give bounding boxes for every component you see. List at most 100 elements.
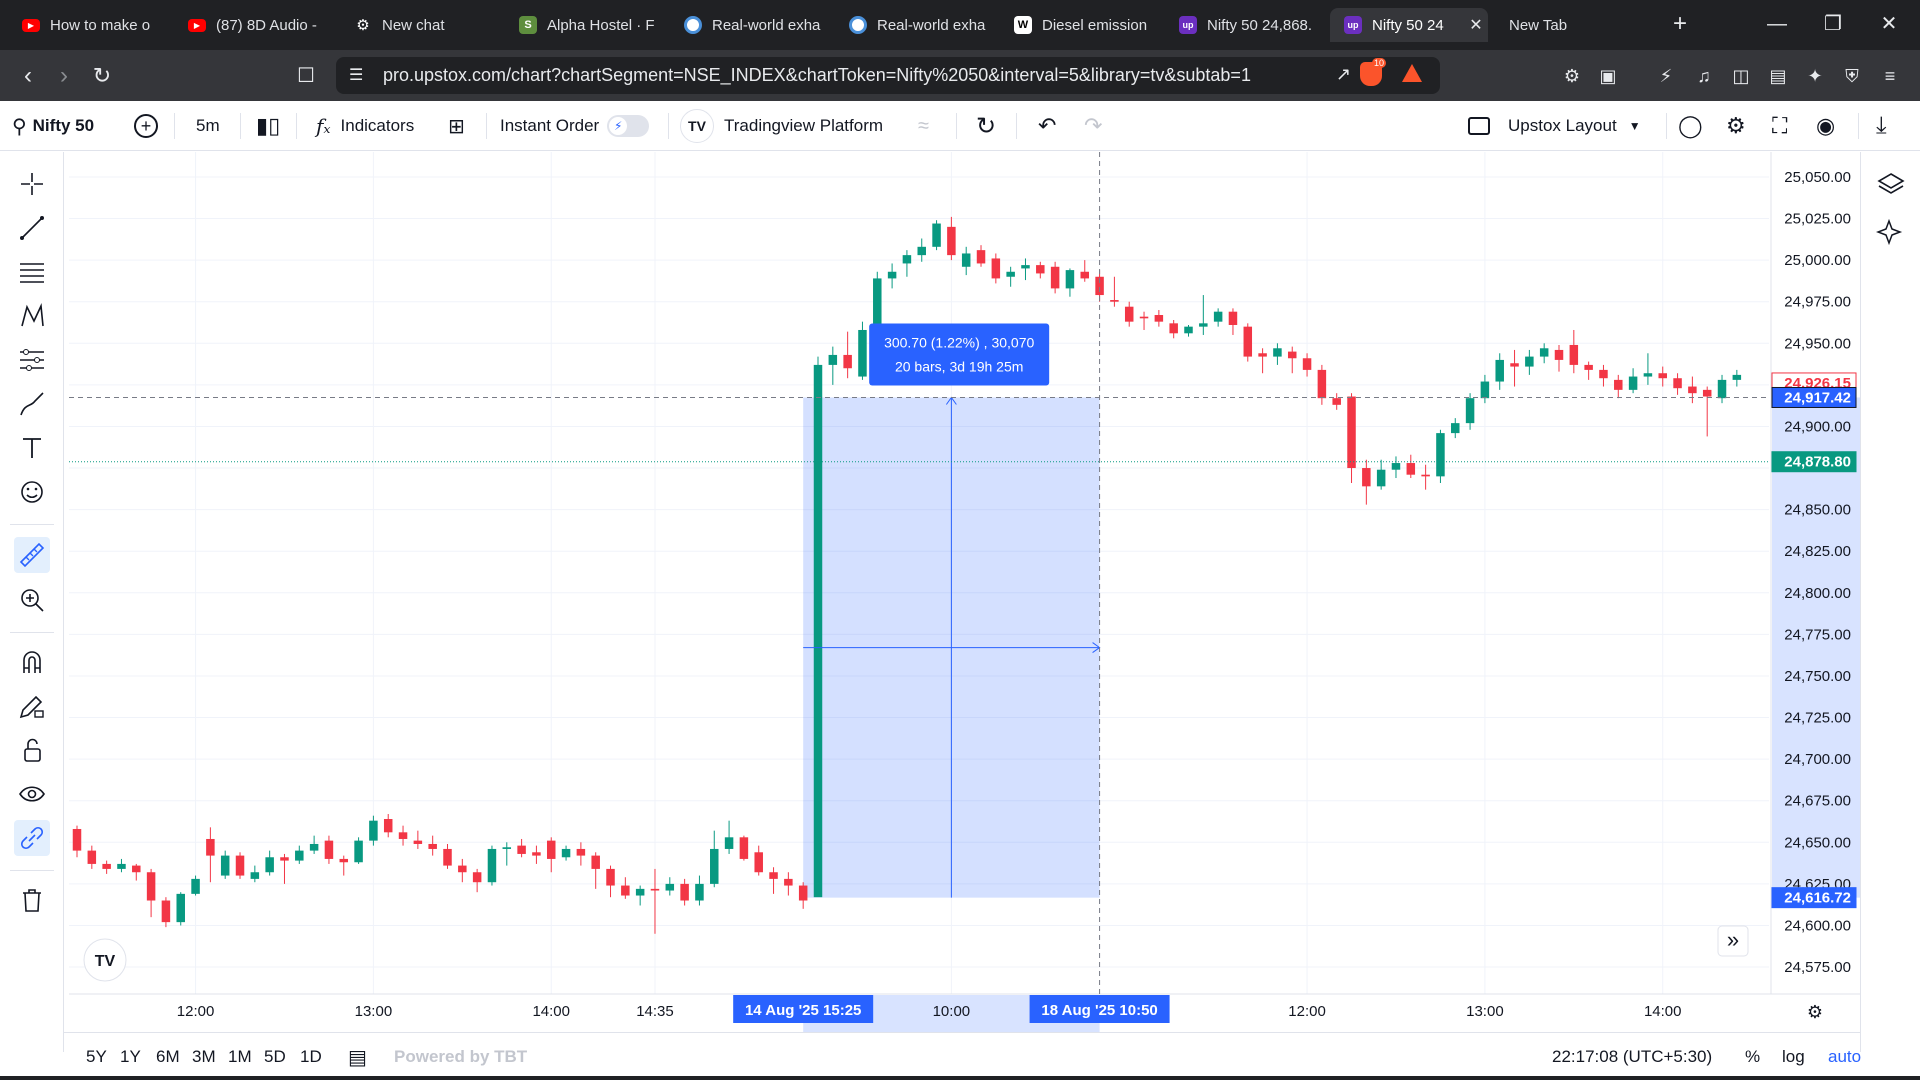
magnet-tool[interactable] xyxy=(14,644,50,680)
browser-tab[interactable]: ▶ How to make o xyxy=(8,8,166,42)
close-window-icon[interactable]: ✕ xyxy=(1866,10,1912,38)
vpn-icon[interactable]: ⛨ xyxy=(1840,64,1864,88)
candlestick-chart[interactable]: 25,050.00 25,025.00 25,000.00 24,975.00 24,9… xyxy=(69,152,1860,1032)
reader-icon[interactable]: ▣ xyxy=(1596,64,1620,88)
layout-label: Upstox Layout xyxy=(1508,116,1617,135)
brush-tool[interactable] xyxy=(14,386,50,422)
browser-tab[interactable]: S Alpha Hostel · F xyxy=(505,8,663,42)
delete-tool[interactable] xyxy=(14,882,50,918)
browser-tab[interactable]: up Nifty 50 24,868. xyxy=(1165,8,1323,42)
emoji-tool[interactable] xyxy=(14,474,50,510)
browser-tab[interactable]: W Diesel emission xyxy=(1000,8,1158,42)
sparkle-icon xyxy=(1876,218,1903,246)
sync-drawings-tool[interactable] xyxy=(14,820,50,856)
lock-tool[interactable] xyxy=(14,732,50,768)
toggle-switch[interactable]: ⚡ xyxy=(607,115,650,137)
new-tab-icon[interactable]: + xyxy=(1657,10,1703,38)
templates-button[interactable]: ⊞ xyxy=(448,101,465,151)
layers-button[interactable] xyxy=(1873,166,1909,202)
pattern-tool[interactable] xyxy=(14,298,50,334)
ai-assistant-button[interactable] xyxy=(1873,214,1909,250)
download-button[interactable]: ⤓ xyxy=(1876,101,1887,151)
browser-tab[interactable]: up Nifty 50 24 ✕ xyxy=(1330,8,1488,42)
y-tick-label: 24,850.00 xyxy=(1784,502,1851,519)
bookmark-icon[interactable]: ☐ xyxy=(292,62,320,90)
browser-tab[interactable]: New Tab xyxy=(1495,8,1645,42)
tab-title: Alpha Hostel · F xyxy=(547,16,655,34)
candle-body xyxy=(235,855,245,876)
redo-button[interactable]: ↷ xyxy=(1084,101,1102,151)
range-button-5y[interactable]: 5Y xyxy=(86,1033,107,1081)
candle-body xyxy=(873,278,882,330)
fib-tool[interactable] xyxy=(14,254,50,290)
candles-icon: ▮▯ xyxy=(256,113,281,138)
back-icon[interactable]: ‹ xyxy=(14,62,42,90)
browser-address-bar: ‹ › ↻ ☐ ☰ pro.upstox.com/chart?chartSegm… xyxy=(0,50,1920,101)
minimize-icon[interactable]: — xyxy=(1754,10,1800,38)
refresh-button[interactable]: ↻ xyxy=(976,101,996,151)
sidebar-icon[interactable]: ◫ xyxy=(1729,64,1753,88)
browser-tab[interactable]: ▶ (87) 8D Audio - xyxy=(174,8,332,42)
quick-search-button[interactable]: ◯ xyxy=(1678,101,1703,151)
auto-toggle[interactable]: auto xyxy=(1828,1033,1861,1081)
candle-body xyxy=(87,850,97,864)
undo-button[interactable]: ↶ xyxy=(1038,101,1056,151)
chart-type-button[interactable]: ▮▯ xyxy=(256,101,280,151)
range-button-6m[interactable]: 6M xyxy=(156,1033,180,1081)
stay-in-drawing-tool[interactable] xyxy=(14,688,50,724)
forward-icon[interactable]: › xyxy=(50,62,78,90)
site-info-icon[interactable]: ☰ xyxy=(349,65,363,85)
clock-label[interactable]: 22:17:08 (UTC+5:30) xyxy=(1552,1033,1712,1081)
range-button-1d[interactable]: 1D xyxy=(300,1033,322,1081)
browser-tab[interactable]: Real-world exha xyxy=(835,8,993,42)
browser-tab[interactable]: ⚙ New chat xyxy=(340,8,498,42)
omnibox[interactable]: ☰ pro.upstox.com/chart?chartSegment=NSE_… xyxy=(336,57,1440,94)
percent-toggle[interactable]: % xyxy=(1745,1033,1760,1081)
trendline-tool[interactable] xyxy=(14,210,50,246)
share-icon[interactable]: ↗ xyxy=(1336,64,1351,85)
symbol-search[interactable]: ⚲ Nifty 50 xyxy=(12,101,94,151)
media-icon[interactable]: ♫ xyxy=(1692,64,1716,88)
candle-body xyxy=(1554,349,1564,360)
candle-body xyxy=(1036,265,1045,274)
chart-area[interactable]: 25,050.00 25,025.00 25,000.00 24,975.00 24,9… xyxy=(69,152,1860,1032)
interval-button[interactable]: 5m xyxy=(196,101,220,151)
ai-icon[interactable]: ✦ xyxy=(1803,64,1827,88)
range-button-5d[interactable]: 5D xyxy=(264,1033,286,1081)
platform-button[interactable]: TV Tradingview Platform xyxy=(680,101,883,151)
chart-toolbar: ⚲ Nifty 50 + 5m ▮▯ fₓ Indicators ⊞ Insta… xyxy=(0,101,1920,151)
text-tool[interactable] xyxy=(14,430,50,466)
range-button-1m[interactable]: 1M xyxy=(228,1033,252,1081)
brave-rewards-icon[interactable] xyxy=(1402,64,1422,82)
crosshair-tool[interactable] xyxy=(14,166,50,202)
settings-button[interactable]: ⚙ xyxy=(1726,101,1746,151)
menu-icon[interactable]: ≡ xyxy=(1878,64,1902,88)
url-text[interactable]: pro.upstox.com/chart?chartSegment=NSE_IN… xyxy=(383,65,1251,86)
reload-icon[interactable]: ↻ xyxy=(88,62,116,90)
zoom-tool[interactable] xyxy=(14,582,50,618)
compare-button[interactable]: + xyxy=(134,101,158,151)
fullscreen-button[interactable]: ⛶ xyxy=(1772,101,1787,151)
log-toggle[interactable]: log xyxy=(1782,1033,1805,1081)
replay-button[interactable]: ≈ xyxy=(918,101,929,151)
candle-body xyxy=(354,840,363,863)
hide-tool[interactable] xyxy=(14,776,50,812)
prediction-tool[interactable] xyxy=(14,342,50,378)
maximize-icon[interactable]: ❐ xyxy=(1810,10,1856,38)
circle-icon xyxy=(684,16,702,34)
snapshot-button[interactable]: ◉ xyxy=(1816,101,1835,151)
instant-order-toggle[interactable]: Instant Order ⚡ xyxy=(500,101,650,151)
measure-tool[interactable] xyxy=(14,537,50,573)
browser-tab[interactable]: Real-world exha xyxy=(670,8,828,42)
indicators-button[interactable]: fₓ Indicators xyxy=(316,101,414,151)
wallet-icon[interactable]: ▤ xyxy=(1766,64,1790,88)
candle-body xyxy=(828,354,838,365)
close-tab-icon[interactable]: ✕ xyxy=(1464,15,1488,35)
brave-shields-icon[interactable]: 10 xyxy=(1360,58,1387,86)
extensions-icon[interactable]: ⚙ xyxy=(1560,64,1584,88)
range-button-3m[interactable]: 3M xyxy=(192,1033,216,1081)
range-button-1y[interactable]: 1Y xyxy=(120,1033,141,1081)
leo-icon[interactable]: ⚡ xyxy=(1654,64,1678,88)
layout-button[interactable]: Upstox Layout ▼ xyxy=(1468,101,1641,151)
goto-date-button[interactable]: ▤ xyxy=(348,1033,367,1081)
